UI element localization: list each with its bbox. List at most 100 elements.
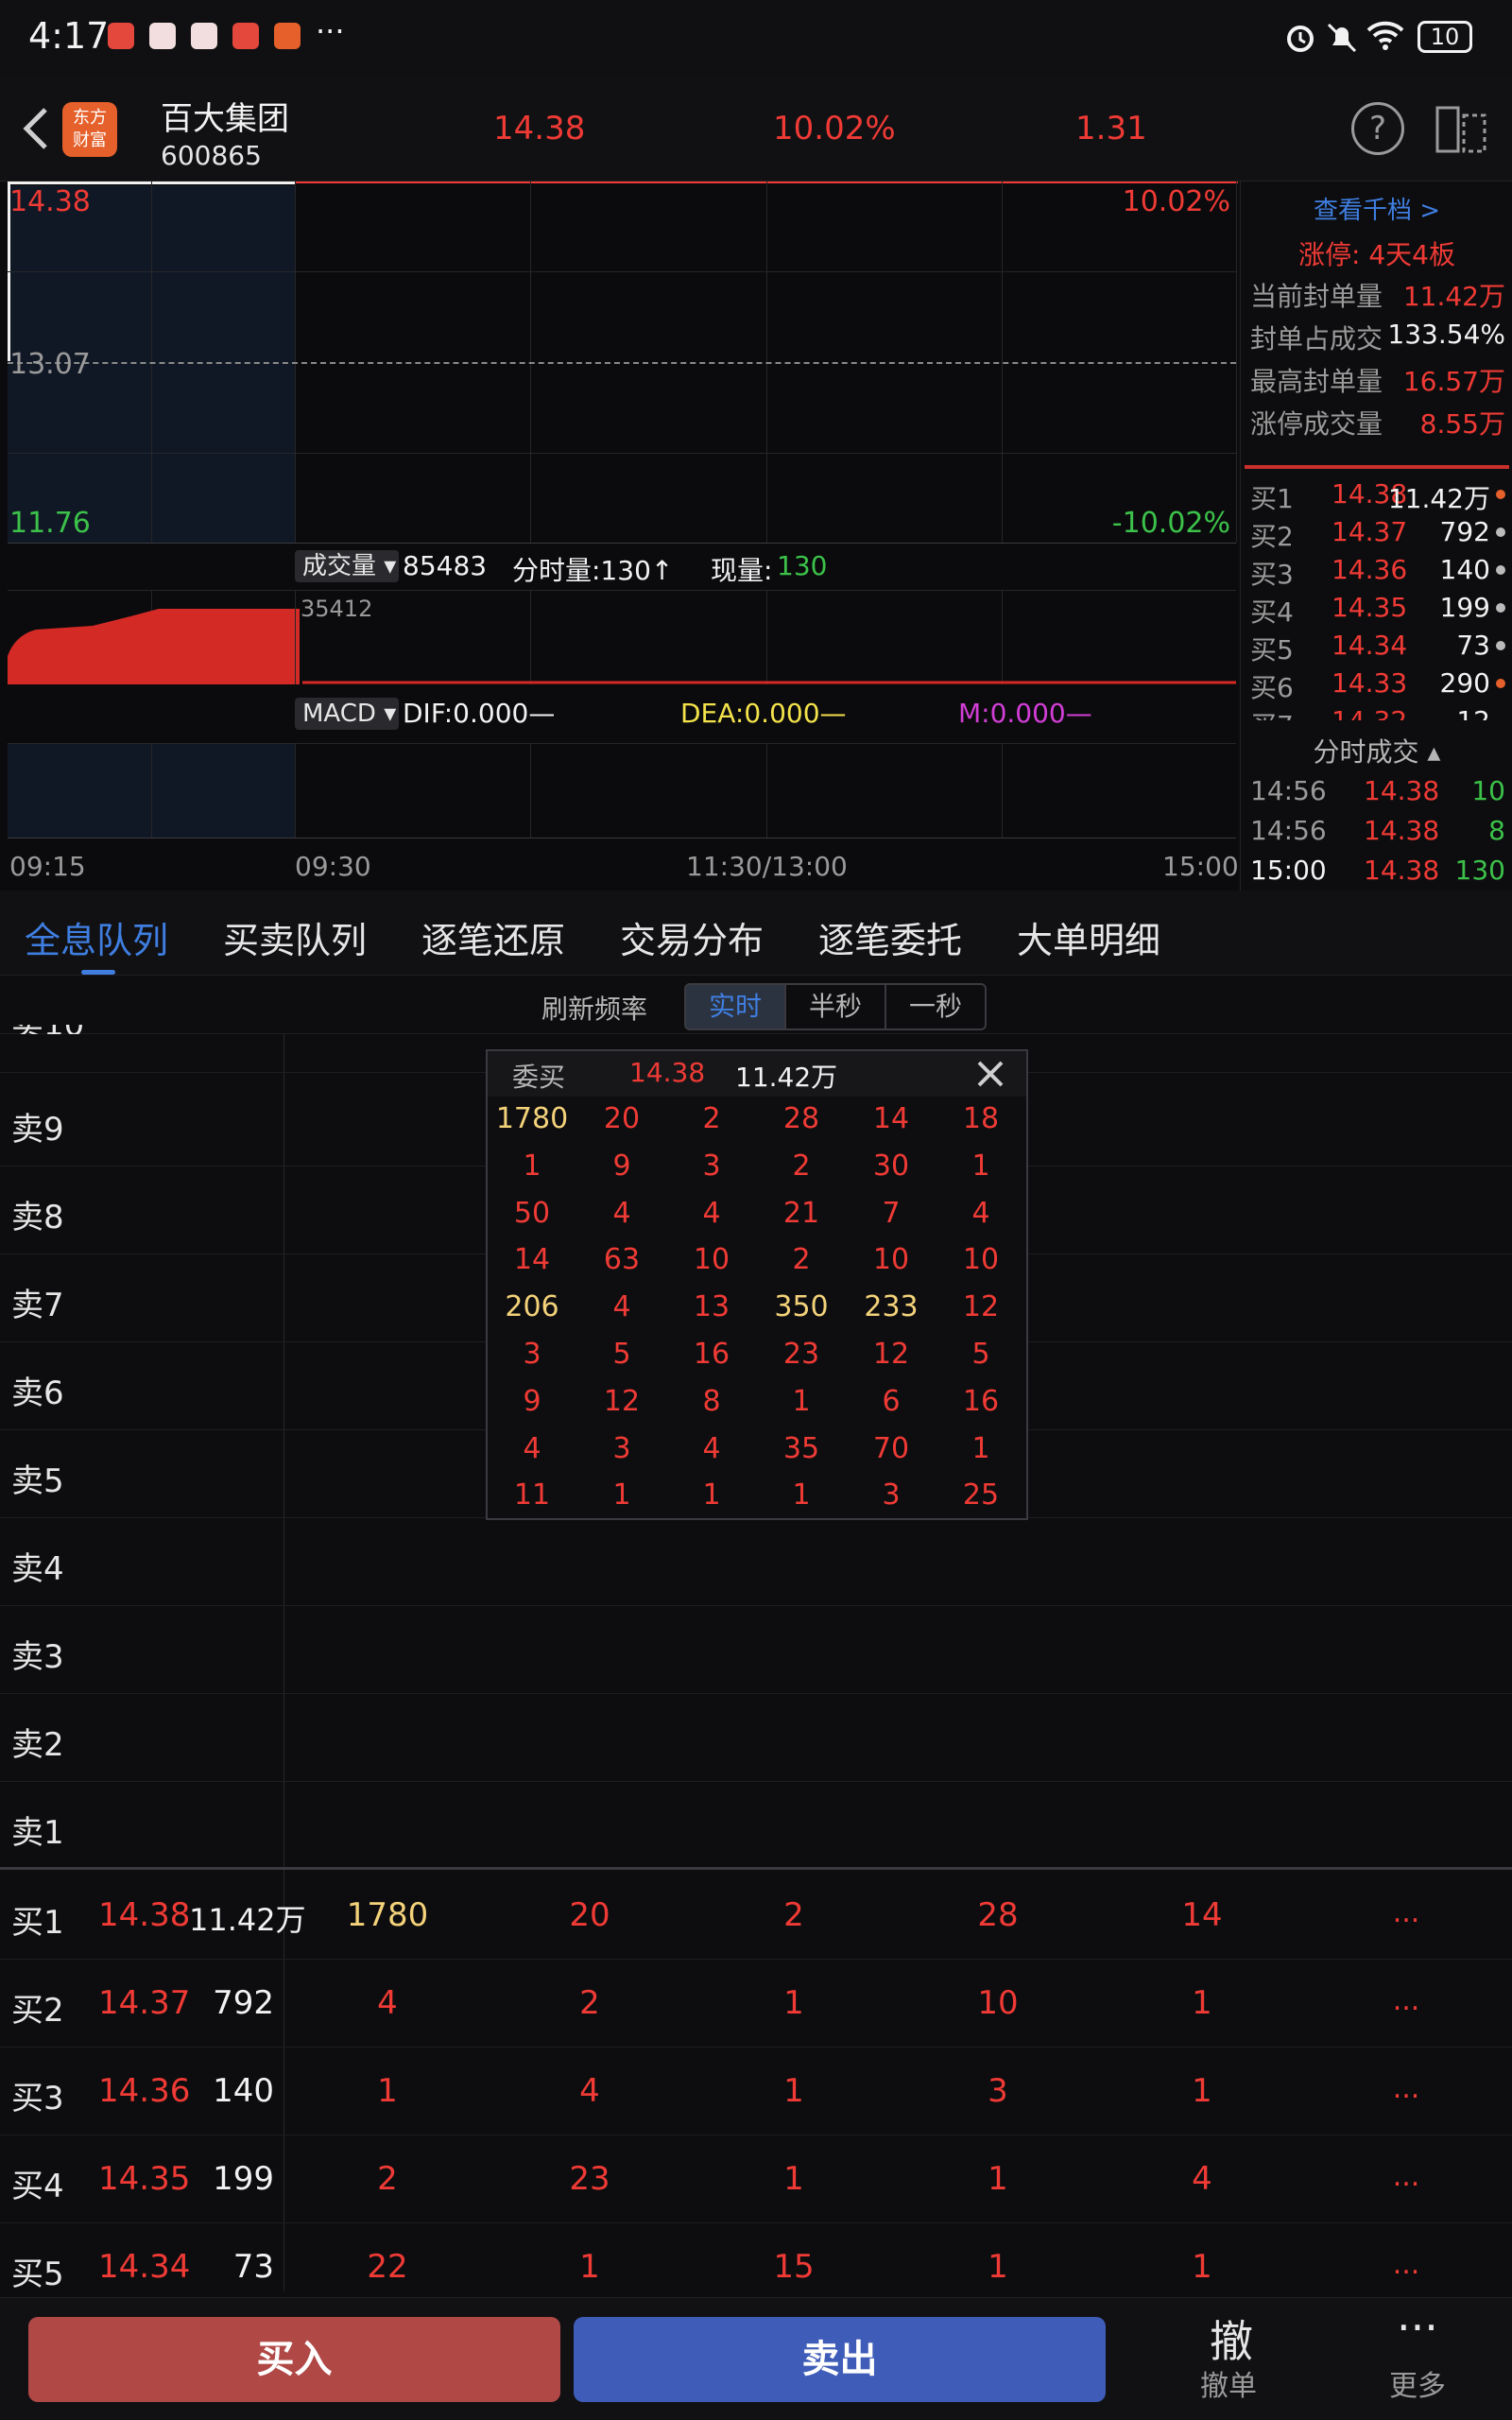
time-sales-title[interactable]: 分时成交 ▴ (1241, 732, 1512, 769)
alarm-icon (1287, 26, 1314, 52)
popup-order-cell: 1780 (495, 1102, 569, 1135)
popup-order-cell: 233 (864, 1290, 919, 1324)
popup-order-cell: 9 (612, 1149, 631, 1183)
close-icon[interactable] (975, 1059, 1005, 1089)
cancel-order-icon[interactable]: 撤 (1210, 2308, 1253, 2370)
time-label: 15:00 (1162, 851, 1239, 882)
bid-queue-row[interactable]: 买2 14.37 792 4 2 1 10 1 ... (0, 1960, 1512, 2048)
app-notification-icon (108, 23, 134, 49)
price-low-label: 11.76 (9, 507, 91, 540)
popup-order-cell: 16 (962, 1384, 1000, 1418)
ask-row: 卖2 (0, 1694, 1512, 1782)
popup-order-cell: 206 (505, 1290, 559, 1324)
popup-order-cell: 13 (693, 1290, 730, 1324)
pct-low-label: -10.02% (1111, 507, 1230, 540)
battery-icon: 10 (1418, 21, 1472, 53)
macd-dif: DIF:0.000— (403, 698, 556, 729)
app-logo: 东方 财富 (62, 102, 117, 157)
back-icon[interactable] (17, 104, 55, 153)
popup-order-cell: 70 (872, 1431, 910, 1465)
volume-selector[interactable]: 成交量 ▾ (295, 550, 399, 582)
popup-order-cell: 2 (792, 1149, 811, 1183)
stat-label: 封单占成交 (1250, 323, 1383, 354)
cancel-order-label[interactable]: 撤单 (1200, 2362, 1257, 2404)
popup-order-cell: 7 (882, 1196, 901, 1230)
popup-order-cell: 1 (971, 1431, 990, 1465)
popup-order-cell: 3 (882, 1478, 901, 1512)
popup-order-cell: 3 (702, 1149, 721, 1183)
trade-action-bar: 买入 卖出 撤 撤单 ··· 更多 (0, 2297, 1512, 2420)
change-amount: 1.31 (1075, 110, 1147, 147)
popup-header: 委买 14.38 11.42万 (488, 1051, 1026, 1097)
popup-order-cell: 1 (792, 1478, 811, 1512)
popup-order-cell: 21 (782, 1196, 820, 1230)
price-high-label: 14.38 (9, 185, 91, 218)
more-notifications-icon: ··· (316, 13, 345, 49)
limit-up-streak: 涨停: 4天4板 (1298, 239, 1455, 270)
popup-order-cell: 14 (872, 1102, 910, 1135)
popup-order-cell: 12 (962, 1290, 1000, 1324)
bid-queue-row[interactable]: 买4 14.35 199 2 23 1 1 4 ... (0, 2135, 1512, 2223)
popup-order-cell: 1 (971, 1149, 990, 1183)
popup-order-cell: 4 (523, 1431, 541, 1465)
app-notification-icon (274, 23, 301, 49)
prev-close-line (8, 362, 1236, 364)
popup-order-cell: 30 (872, 1149, 910, 1183)
detail-tabs: 全息队列 买卖队列 逐笔还原 交易分布 逐笔委托 大单明细 (0, 890, 1512, 976)
popup-order-cell: 9 (523, 1384, 541, 1418)
popup-order-cell: 14 (513, 1243, 551, 1277)
tab-buy-sell-queue[interactable]: 买卖队列 (223, 911, 367, 963)
buy-button[interactable]: 买入 (28, 2317, 560, 2402)
tab-trade-distribution[interactable]: 交易分布 (620, 911, 764, 963)
tab-indicator (81, 970, 115, 975)
indicator-selector[interactable]: MACD ▾ (295, 698, 399, 730)
ask-row: 卖3 (0, 1606, 1512, 1694)
sell-button[interactable]: 卖出 (574, 2317, 1106, 2402)
popup-order-cell: 10 (872, 1243, 910, 1277)
intraday-chart[interactable]: 14.38 13.07 11.76 10.02% -10.02% 成交量 ▾ 8… (0, 182, 1239, 890)
popup-order-cell: 35 (782, 1431, 820, 1465)
wifi-icon (1366, 21, 1404, 50)
popup-order-cell: 1 (523, 1149, 541, 1183)
popup-order-cell: 4 (702, 1196, 721, 1230)
popup-order-cell: 20 (603, 1102, 641, 1135)
help-icon[interactable]: ? (1351, 102, 1404, 155)
popup-order-cell: 6 (882, 1384, 901, 1418)
popup-order-cell: 1 (792, 1384, 811, 1418)
more-label[interactable]: 更多 (1389, 2362, 1446, 2404)
volume-total: 85483 (403, 550, 488, 581)
stat-value: 133.54% (1387, 319, 1505, 350)
view-depth-link[interactable]: 查看千档 > (1241, 191, 1512, 226)
popup-order-cell: 10 (693, 1243, 730, 1277)
popup-order-cell: 28 (782, 1102, 820, 1135)
bid-queue-row[interactable]: 买3 14.36 140 1 4 1 3 1 ... (0, 2048, 1512, 2135)
macd-m: M:0.000— (958, 698, 1092, 729)
tab-full-queue[interactable]: 全息队列 (25, 911, 168, 963)
popup-order-cell: 1 (612, 1478, 631, 1512)
popup-order-cell: 4 (702, 1431, 721, 1465)
time-label: 11:30/13:00 (686, 851, 848, 882)
popup-order-cell: 1 (702, 1478, 721, 1512)
tab-tick-orders[interactable]: 逐笔委托 (818, 911, 962, 963)
popup-order-cell: 12 (872, 1338, 910, 1371)
current-volume-label: 现量: (711, 555, 773, 586)
pct-high-label: 10.02% (1122, 185, 1230, 218)
more-icon[interactable]: ··· (1397, 2302, 1438, 2353)
stock-name[interactable]: 百大集团 (161, 93, 289, 139)
time-label: 09:30 (295, 851, 371, 882)
popup-order-cell: 50 (513, 1196, 551, 1230)
order-book-panel: 查看千档 > 涨停: 4天4板 当前封单量 11.42万 封单占成交 133.54%… (1240, 182, 1512, 890)
layout-toggle-icon[interactable] (1435, 102, 1489, 155)
tab-large-orders[interactable]: 大单明细 (1017, 911, 1160, 963)
popup-order-cell: 12 (603, 1384, 641, 1418)
stock-code: 600865 (161, 140, 262, 171)
popup-order-cell: 3 (612, 1431, 631, 1465)
stat-value: 11.42万 (1402, 281, 1505, 312)
popup-order-cell: 63 (603, 1243, 641, 1277)
last-price: 14.38 (493, 110, 586, 147)
app-notification-icon (232, 23, 259, 49)
change-percent: 10.02% (773, 110, 896, 147)
mute-icon (1327, 23, 1357, 53)
tab-tick-restore[interactable]: 逐笔还原 (421, 911, 565, 963)
bid-queue-row[interactable]: 买1 14.38 11.42万 1780 20 2 28 14 ... (0, 1872, 1512, 1960)
